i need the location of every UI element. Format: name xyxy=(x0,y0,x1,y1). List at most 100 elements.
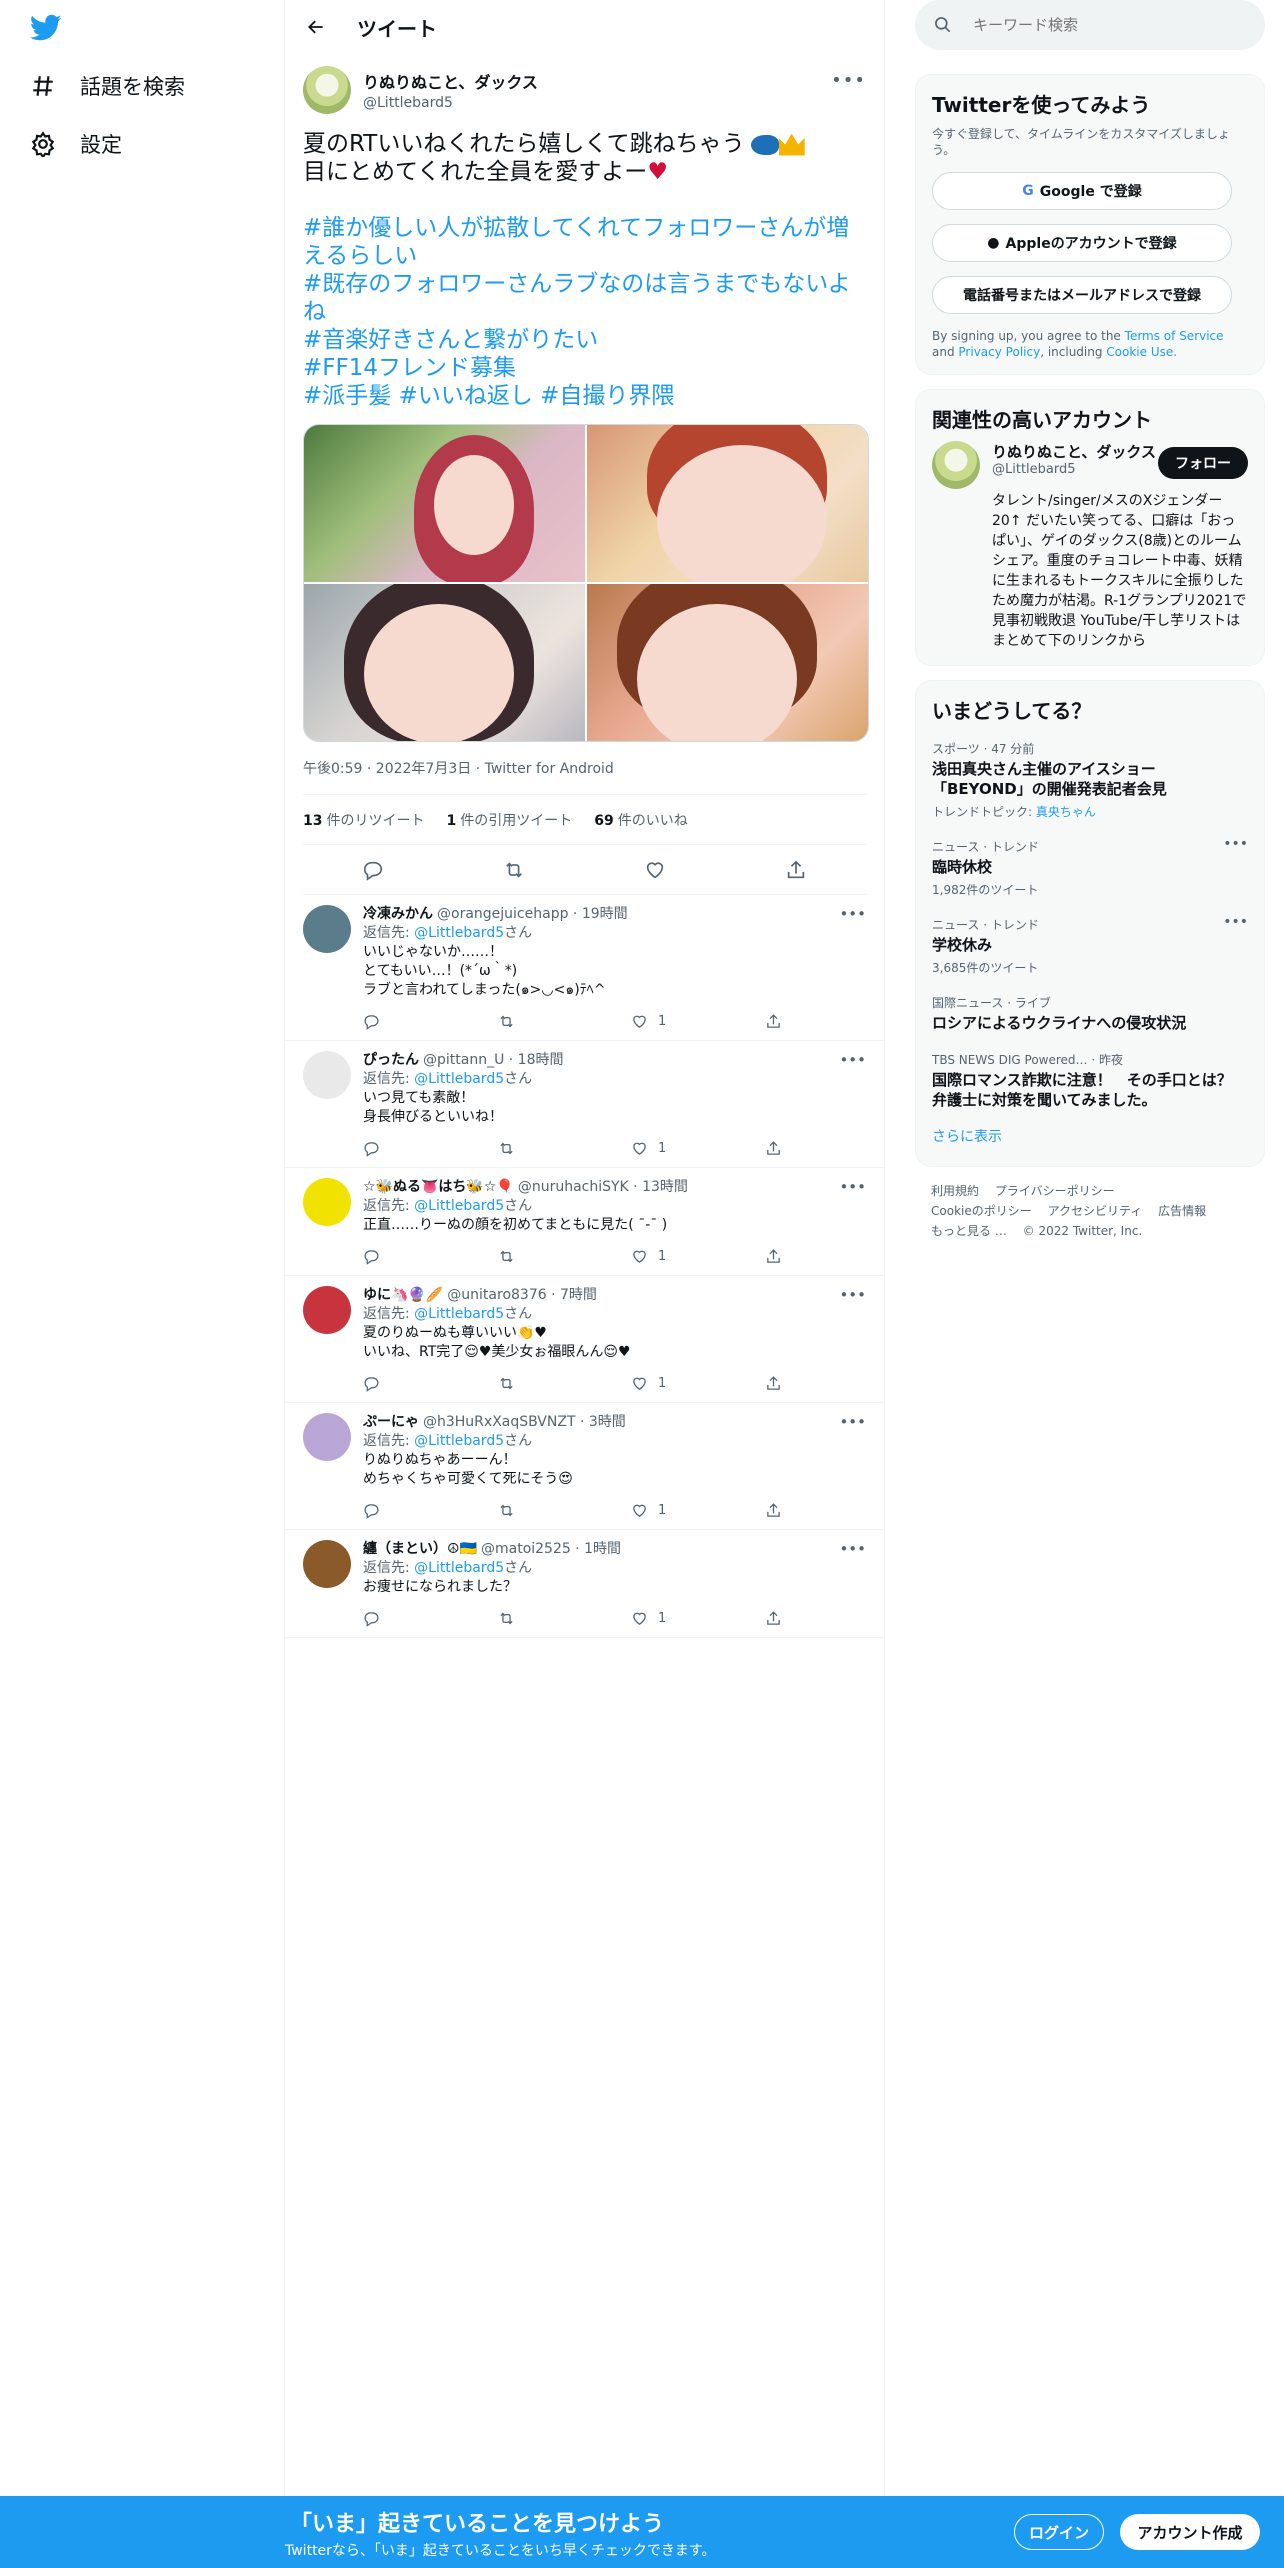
likes-stat[interactable]: 69 件のいいね xyxy=(594,810,687,830)
avatar[interactable] xyxy=(303,1286,351,1334)
avatar[interactable] xyxy=(303,1540,351,1588)
relevant-account[interactable]: りぬりぬこと、ダックス @Littlebard5 フォロー xyxy=(932,441,1248,489)
footer-link-privacy[interactable]: プライバシーポリシー xyxy=(995,1184,1115,1198)
retweet-icon[interactable] xyxy=(497,1502,631,1519)
like-button[interactable]: 1 xyxy=(631,1374,765,1393)
avatar[interactable] xyxy=(303,1051,351,1099)
retweet-icon[interactable] xyxy=(497,1248,631,1265)
quotes-stat[interactable]: 1 件の引用ツイート xyxy=(446,810,572,830)
share-icon[interactable] xyxy=(778,852,814,888)
reply-author-name[interactable]: 冷凍みかん xyxy=(363,905,433,924)
like-button[interactable]: 1 xyxy=(631,1247,765,1266)
retweet-icon[interactable] xyxy=(497,1610,631,1627)
reply-tweet[interactable]: ゆに🦄🔮🥖 @unitaro8376 · 7時間 返信先: @Littlebar… xyxy=(285,1276,884,1403)
tweet-photo-1[interactable] xyxy=(304,425,585,582)
share-icon[interactable] xyxy=(765,1140,899,1157)
reply-to-mention[interactable]: @Littlebard5 xyxy=(414,925,504,941)
reply-to-mention[interactable]: @Littlebard5 xyxy=(414,1071,504,1087)
apple-signup-button[interactable]: ● Appleのアカウントで登録 xyxy=(932,224,1232,262)
avatar[interactable] xyxy=(932,441,980,489)
like-button[interactable]: 1 xyxy=(631,1012,765,1031)
search-bar[interactable] xyxy=(915,0,1265,50)
retweet-icon[interactable] xyxy=(497,1375,631,1392)
trend-item[interactable]: ニュース · トレンド 学校休み 3,685件のツイート ••• xyxy=(932,908,1248,986)
reply-author-name[interactable]: ぴったん xyxy=(363,1051,419,1070)
relevant-account-name[interactable]: りぬりぬこと、ダックス xyxy=(992,441,1158,462)
avatar[interactable] xyxy=(303,1413,351,1461)
tweet-timestamp[interactable]: 午後0:59 · 2022年7月3日 · Twitter for Android xyxy=(303,758,866,795)
reply-icon[interactable] xyxy=(363,1610,497,1627)
phone-signup-button[interactable]: 電話番号またはメールアドレスで登録 xyxy=(932,276,1232,314)
login-button[interactable]: ログイン xyxy=(1014,2514,1104,2550)
like-button[interactable]: 1 xyxy=(631,1139,765,1158)
back-arrow-icon[interactable] xyxy=(301,12,331,42)
reply-tweet[interactable]: 冷凍みかん @orangejuicehapp · 19時間 返信先: @Litt… xyxy=(285,895,884,1041)
reply-author-handle[interactable]: @h3HuRxXaqSBVNZT · 3時間 xyxy=(423,1413,626,1432)
reply-to-mention[interactable]: @Littlebard5 xyxy=(414,1560,504,1576)
more-options-icon[interactable]: ••• xyxy=(839,1051,866,1069)
share-icon[interactable] xyxy=(765,1502,899,1519)
more-options-icon[interactable]: ••• xyxy=(831,70,866,91)
twitter-logo-icon[interactable] xyxy=(29,14,68,44)
more-options-icon[interactable]: ••• xyxy=(839,1178,866,1196)
share-icon[interactable] xyxy=(765,1248,899,1265)
reply-icon[interactable] xyxy=(363,1140,497,1157)
privacy-policy-link[interactable]: Privacy Policy xyxy=(958,345,1040,359)
reply-author-handle[interactable]: @unitaro8376 · 7時間 xyxy=(447,1286,597,1305)
create-account-button[interactable]: アカウント作成 xyxy=(1120,2514,1260,2550)
more-options-icon[interactable]: ••• xyxy=(839,1286,866,1304)
avatar[interactable] xyxy=(303,66,351,114)
like-button[interactable]: 1 xyxy=(631,1609,765,1628)
reply-author-name[interactable]: ☆🐝ぬる👅はち🐝☆🎈 xyxy=(363,1178,514,1197)
footer-link-more[interactable]: もっと見る … xyxy=(931,1224,1007,1238)
reply-icon[interactable] xyxy=(355,852,391,888)
retweets-stat[interactable]: 13 件のリツイート xyxy=(303,810,424,830)
reply-icon[interactable] xyxy=(363,1013,497,1030)
retweet-icon[interactable] xyxy=(497,1013,631,1030)
footer-link-ads[interactable]: 広告情報 xyxy=(1158,1204,1206,1218)
nav-explore[interactable]: 話題を検索 xyxy=(30,66,185,106)
reply-tweet[interactable]: 纏（まとい）☮🇺🇦 @matoi2525 · 1時間 返信先: @Littleb… xyxy=(285,1530,884,1638)
like-button[interactable]: 1 xyxy=(631,1501,765,1520)
google-signup-button[interactable]: G Google で登録 xyxy=(932,172,1232,210)
reply-tweet[interactable]: ぴったん @pittann_U · 18時間 返信先: @Littlebard5… xyxy=(285,1041,884,1168)
trend-item[interactable]: 国際ニュース · ライブ ロシアによるウクライナへの侵攻状況 xyxy=(932,986,1248,1043)
more-options-icon[interactable]: ••• xyxy=(839,905,866,923)
reply-author-name[interactable]: 纏（まとい）☮🇺🇦 xyxy=(363,1540,477,1559)
avatar[interactable] xyxy=(303,905,351,953)
share-icon[interactable] xyxy=(765,1375,899,1392)
avatar[interactable] xyxy=(303,1178,351,1226)
reply-author-handle[interactable]: @matoi2525 · 1時間 xyxy=(481,1540,621,1559)
reply-author-handle[interactable]: @nuruhachiSYK · 13時間 xyxy=(518,1178,688,1197)
reply-to-mention[interactable]: @Littlebard5 xyxy=(414,1306,504,1322)
retweet-icon[interactable] xyxy=(497,1140,631,1157)
share-icon[interactable] xyxy=(765,1013,899,1030)
relevant-account-handle[interactable]: @Littlebard5 xyxy=(992,462,1158,477)
more-options-icon[interactable]: ••• xyxy=(1223,836,1248,852)
reply-to-mention[interactable]: @Littlebard5 xyxy=(414,1198,504,1214)
more-options-icon[interactable]: ••• xyxy=(839,1413,866,1431)
terms-of-service-link[interactable]: Terms of Service xyxy=(1125,329,1224,343)
author-display-name[interactable]: りぬりぬこと、ダックス xyxy=(363,69,538,93)
reply-tweet[interactable]: ぷーにゃ @h3HuRxXaqSBVNZT · 3時間 返信先: @Little… xyxy=(285,1403,884,1530)
more-options-icon[interactable]: ••• xyxy=(1223,914,1248,930)
hashtag-link[interactable]: #FF14フレンド募集 xyxy=(303,354,866,382)
trend-item[interactable]: TBS NEWS DIG Powered… · 昨夜 国際ロマンス詐欺に注意！ … xyxy=(932,1043,1248,1120)
like-icon[interactable] xyxy=(637,852,673,888)
trend-item[interactable]: ニュース · トレンド 臨時休校 1,982件のツイート ••• xyxy=(932,830,1248,908)
reply-icon[interactable] xyxy=(363,1502,497,1519)
cookie-use-link[interactable]: Cookie Use. xyxy=(1106,345,1177,359)
trend-item[interactable]: スポーツ · 47 分前 浅田真央さん主催のアイスショー「BEYOND」の開催発… xyxy=(932,732,1248,830)
hashtag-link[interactable]: #既存のフォロワーさんラブなのは言うまでもないよ xyxy=(303,270,866,298)
search-input[interactable] xyxy=(973,16,1223,34)
reply-author-handle[interactable]: @orangejuicehapp · 19時間 xyxy=(437,905,628,924)
reply-icon[interactable] xyxy=(363,1375,497,1392)
hashtag-link[interactable]: ね xyxy=(303,298,866,326)
author-handle[interactable]: @Littlebard5 xyxy=(363,95,538,111)
more-options-icon[interactable]: ••• xyxy=(839,1540,866,1558)
reply-author-name[interactable]: ぷーにゃ xyxy=(363,1413,419,1432)
tweet-photo-3[interactable] xyxy=(304,584,585,741)
hashtag-link[interactable]: えるらしい xyxy=(303,242,866,270)
show-more-link[interactable]: さらに表示 xyxy=(932,1120,1248,1152)
reply-author-handle[interactable]: @pittann_U · 18時間 xyxy=(423,1051,564,1070)
